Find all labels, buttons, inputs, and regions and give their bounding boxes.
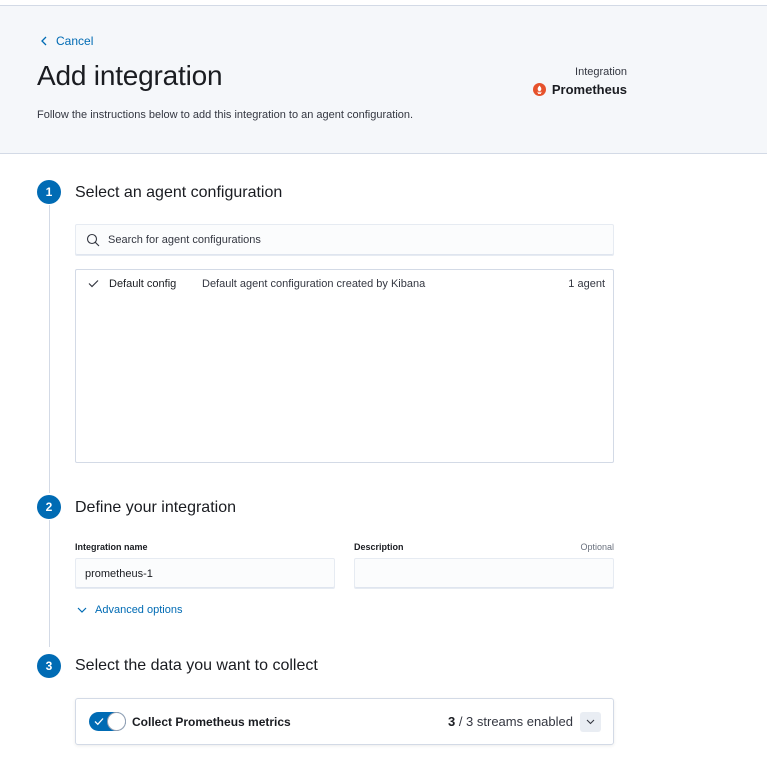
check-icon [94,718,104,726]
check-icon [88,280,99,288]
advanced-options-toggle[interactable]: Advanced options [77,604,182,616]
cancel-label: Cancel [56,34,94,48]
step-1-title: Select an agent configuration [75,184,283,201]
expand-streams-button[interactable] [580,712,601,732]
agent-config-list: Default config Default agent configurati… [75,269,614,463]
switch-knob [107,712,126,731]
step-3-title: Select the data you want to collect [75,657,318,674]
step-3-number: 3 [37,654,61,678]
prometheus-icon [532,83,546,96]
cancel-link[interactable]: Cancel [40,34,93,48]
chevron-down-icon [586,719,595,725]
streams-enabled-text: / 3 streams enabled [455,714,573,729]
step-2-title: Define your integration [75,499,236,516]
advanced-options-label: Advanced options [95,604,183,616]
input-title: Collect Prometheus metrics [132,715,291,729]
integration-name-field[interactable] [75,558,335,589]
step-1-number: 1 [37,180,61,204]
description-label: Description [354,542,404,552]
page-subtitle: Follow the instructions below to add thi… [37,109,414,121]
input-panel: Collect Prometheus metrics 3 / 3 streams… [75,698,614,745]
page-title: Add integration [37,60,223,91]
step-1-rail [49,205,50,493]
config-description: Default agent configuration created by K… [202,278,426,290]
integration-name: Prometheus [532,82,627,97]
description-field[interactable] [354,558,614,589]
search-icon [86,233,100,247]
page-header: Cancel Add integration Follow the instru… [0,6,767,154]
integration-name-label: Prometheus [551,82,627,97]
agent-config-search[interactable] [75,224,614,256]
search-input[interactable] [108,234,588,246]
streams-status: 3 / 3 streams enabled [448,714,573,729]
enable-input-switch[interactable] [89,712,126,731]
list-item[interactable]: Default config Default agent configurati… [76,274,613,294]
integration-name-label: Integration name [75,542,148,552]
step-2-rail [49,520,50,647]
config-name: Default config [109,278,177,290]
chevron-down-icon [77,607,87,613]
chevron-left-icon [41,36,47,46]
optional-hint: Optional [580,542,614,552]
integration-label: Integration [575,66,627,78]
config-agent-count: 1 agent [568,278,605,290]
step-2-number: 2 [37,495,61,519]
